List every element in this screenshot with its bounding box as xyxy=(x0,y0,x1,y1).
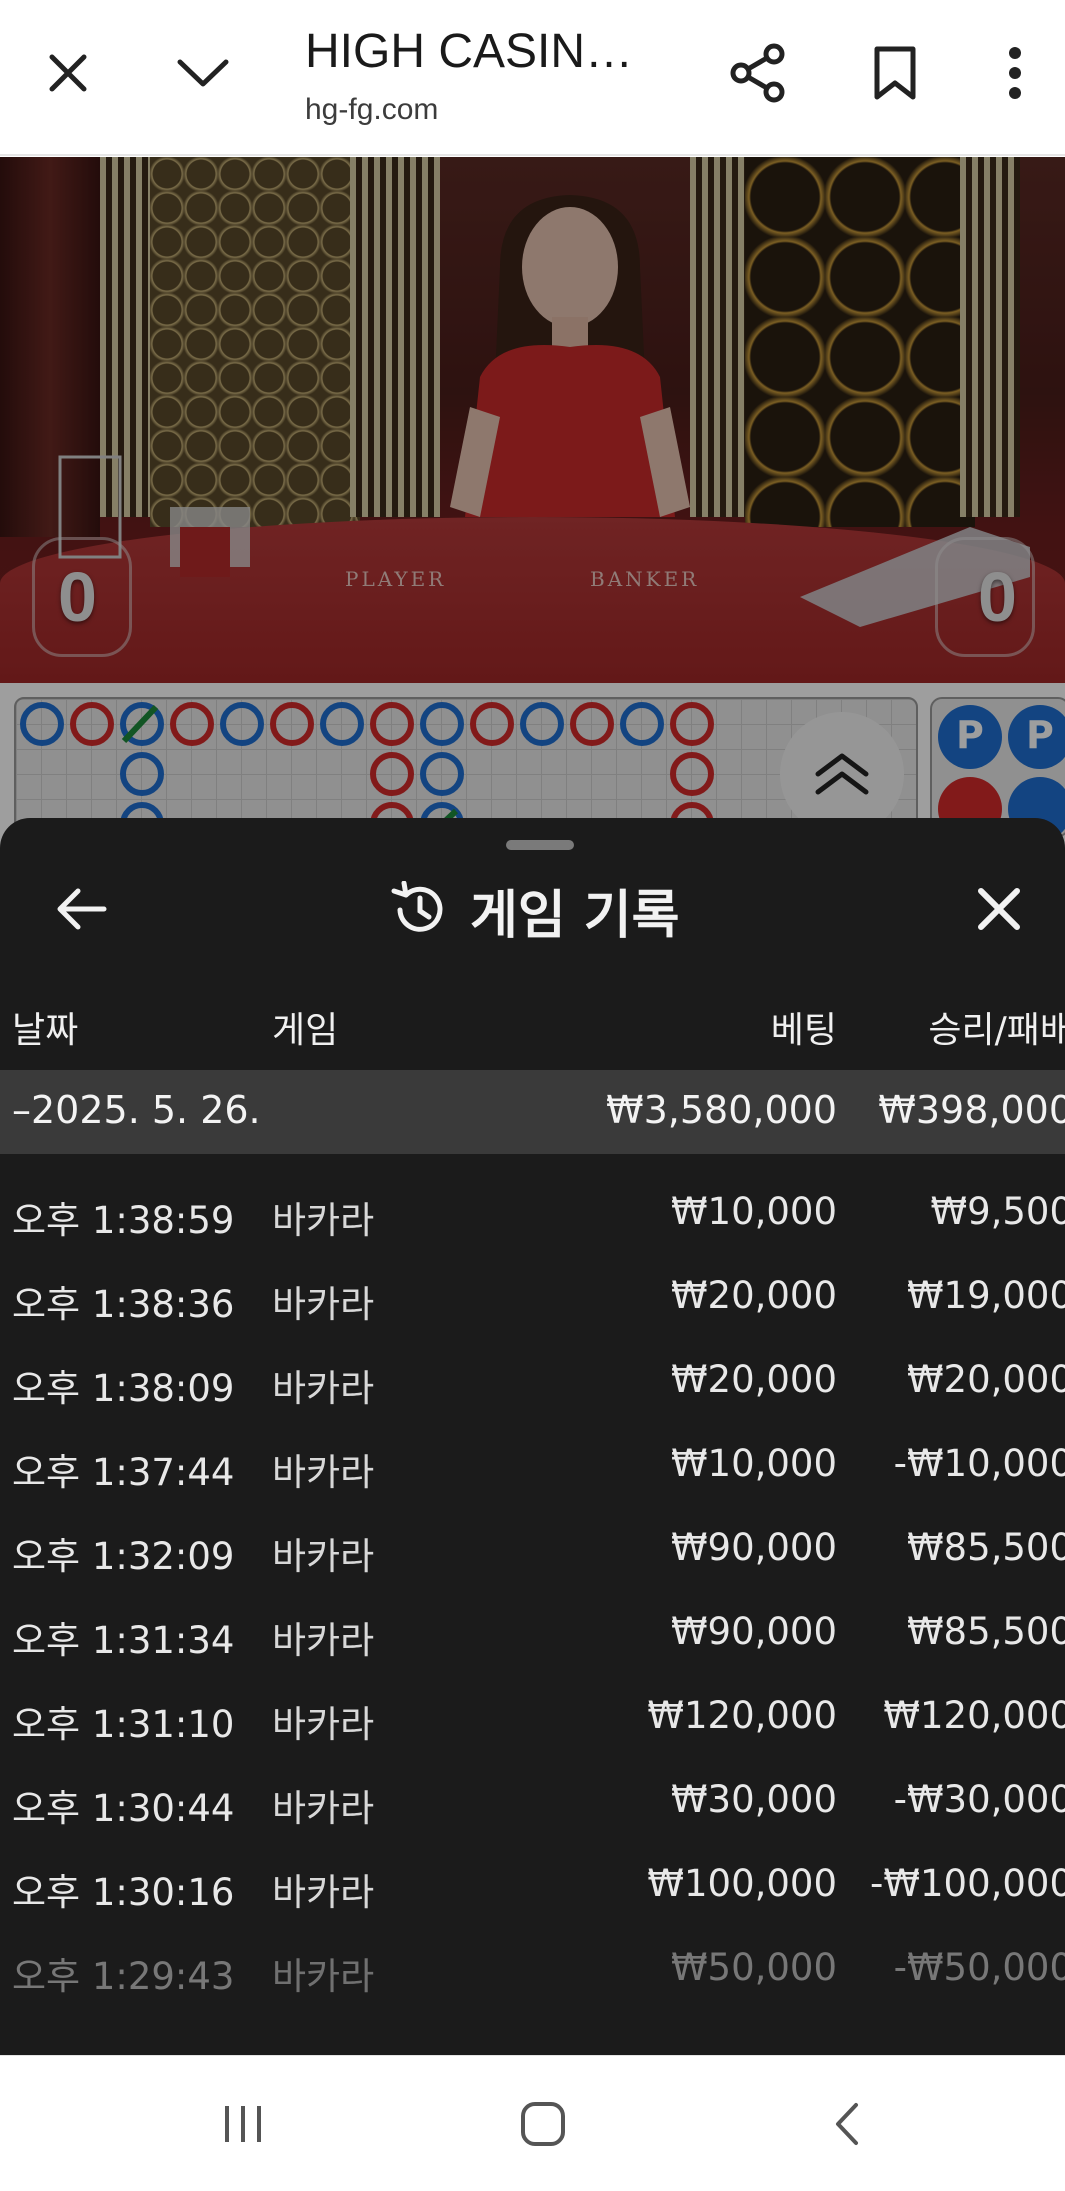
row-game: 바카라 xyxy=(272,1871,375,1914)
row-bet: ₩20,000 xyxy=(670,1274,837,1317)
row-result: ₩9,500 xyxy=(930,1190,1065,1233)
home-icon[interactable] xyxy=(508,2094,578,2154)
column-bet[interactable]: 베팅 xyxy=(771,1001,837,1053)
row-game: 바카라 xyxy=(272,1787,375,1830)
recents-icon[interactable] xyxy=(208,2094,278,2154)
row-result: ₩85,500 xyxy=(906,1526,1065,1569)
row-bet: ₩90,000 xyxy=(670,1526,837,1569)
table-row[interactable]: 오후 1:29:43 바카라 ₩50,000 -₩50,000 xyxy=(0,1910,1065,1998)
system-nav-bar xyxy=(0,2055,1065,2191)
table-header: 날짜 게임 베팅 승리/패배 xyxy=(0,1001,1065,1061)
history-list: 오후 1:38:59 바카라 ₩10,000 ₩9,500 오후 1:38:36… xyxy=(0,1154,1065,1998)
row-bet: ₩50,000 xyxy=(670,1946,837,1989)
back-icon[interactable] xyxy=(812,2094,882,2154)
drag-handle[interactable] xyxy=(506,840,574,850)
close-icon[interactable] xyxy=(33,38,103,108)
page-title: HIGH CASIN… xyxy=(305,25,634,78)
row-result: -₩50,000 xyxy=(893,1946,1065,1989)
row-result: ₩20,000 xyxy=(906,1358,1065,1401)
share-icon[interactable] xyxy=(723,38,793,108)
row-time: 오후 1:31:34 xyxy=(12,1619,235,1662)
arrow-left-icon[interactable] xyxy=(46,874,116,944)
row-result: -₩100,000 xyxy=(870,1862,1065,1905)
history-icon xyxy=(391,881,443,932)
row-time: 오후 1:30:16 xyxy=(12,1871,235,1914)
table-row[interactable]: 오후 1:30:44 바카라 ₩30,000 -₩30,000 xyxy=(0,1742,1065,1830)
row-bet: ₩20,000 xyxy=(670,1358,837,1401)
row-game: 바카라 xyxy=(272,1619,375,1662)
row-result: ₩120,000 xyxy=(883,1694,1065,1737)
row-game: 바카라 xyxy=(272,1451,375,1494)
modal-scrim[interactable] xyxy=(0,157,1065,857)
column-date[interactable]: 날짜 xyxy=(12,1001,78,1053)
row-time: 오후 1:38:09 xyxy=(12,1367,235,1410)
row-bet: ₩100,000 xyxy=(647,1862,837,1905)
column-result[interactable]: 승리/패배 xyxy=(928,1001,1065,1053)
row-time: 오후 1:38:36 xyxy=(12,1283,235,1326)
date-group-row[interactable]: –2025. 5. 26. ₩3,580,000 ₩398,000 xyxy=(0,1070,1065,1154)
row-bet: ₩10,000 xyxy=(670,1442,837,1485)
table-row[interactable]: 오후 1:32:09 바카라 ₩90,000 ₩85,500 xyxy=(0,1490,1065,1578)
table-row[interactable]: 오후 1:31:10 바카라 ₩120,000 ₩120,000 xyxy=(0,1658,1065,1746)
chevron-down-icon[interactable] xyxy=(168,38,238,108)
group-total-result: ₩398,000 xyxy=(878,1088,1065,1132)
row-time: 오후 1:32:09 xyxy=(12,1535,235,1578)
row-result: ₩85,500 xyxy=(906,1610,1065,1653)
row-bet: ₩120,000 xyxy=(647,1694,837,1737)
browser-toolbar: HIGH CASIN… hg-fg.com xyxy=(0,0,1065,156)
close-icon[interactable] xyxy=(964,874,1034,944)
row-result: -₩30,000 xyxy=(893,1778,1065,1821)
game-history-sheet: 게임 기록 날짜 게임 베팅 승리/패배 –2025. 5. 26. ₩3,58… xyxy=(0,818,1065,2055)
more-vertical-icon[interactable] xyxy=(980,38,1050,108)
sheet-title: 게임 기록 xyxy=(470,885,680,946)
group-date: –2025. 5. 26. xyxy=(12,1088,261,1132)
table-row[interactable]: 오후 1:38:59 바카라 ₩10,000 ₩9,500 xyxy=(0,1154,1065,1242)
row-game: 바카라 xyxy=(272,1283,375,1326)
row-time: 오후 1:29:43 xyxy=(12,1955,235,1998)
row-game: 바카라 xyxy=(272,1703,375,1746)
row-game: 바카라 xyxy=(272,1955,375,1998)
row-time: 오후 1:37:44 xyxy=(12,1451,235,1494)
table-row[interactable]: 오후 1:37:44 바카라 ₩10,000 -₩10,000 xyxy=(0,1406,1065,1494)
row-game: 바카라 xyxy=(272,1535,375,1578)
row-time: 오후 1:38:59 xyxy=(12,1199,235,1242)
row-result: -₩10,000 xyxy=(893,1442,1065,1485)
bookmark-icon[interactable] xyxy=(860,38,930,108)
table-row[interactable]: 오후 1:31:34 바카라 ₩90,000 ₩85,500 xyxy=(0,1574,1065,1662)
row-bet: ₩30,000 xyxy=(670,1778,837,1821)
row-time: 오후 1:30:44 xyxy=(12,1787,235,1830)
row-game: 바카라 xyxy=(272,1199,375,1242)
row-game: 바카라 xyxy=(272,1367,375,1410)
table-row[interactable]: 오후 1:30:16 바카라 ₩100,000 -₩100,000 xyxy=(0,1826,1065,1914)
table-row[interactable]: 오후 1:38:36 바카라 ₩20,000 ₩19,000 xyxy=(0,1238,1065,1326)
sheet-header: 게임 기록 xyxy=(390,870,679,950)
table-row[interactable]: 오후 1:38:09 바카라 ₩20,000 ₩20,000 xyxy=(0,1322,1065,1410)
row-time: 오후 1:31:10 xyxy=(12,1703,235,1746)
page-url[interactable]: hg-fg.com xyxy=(305,93,438,127)
row-result: ₩19,000 xyxy=(906,1274,1065,1317)
group-total-bet: ₩3,580,000 xyxy=(606,1088,837,1132)
column-game[interactable]: 게임 xyxy=(272,1001,338,1053)
row-bet: ₩90,000 xyxy=(670,1610,837,1653)
row-bet: ₩10,000 xyxy=(670,1190,837,1233)
